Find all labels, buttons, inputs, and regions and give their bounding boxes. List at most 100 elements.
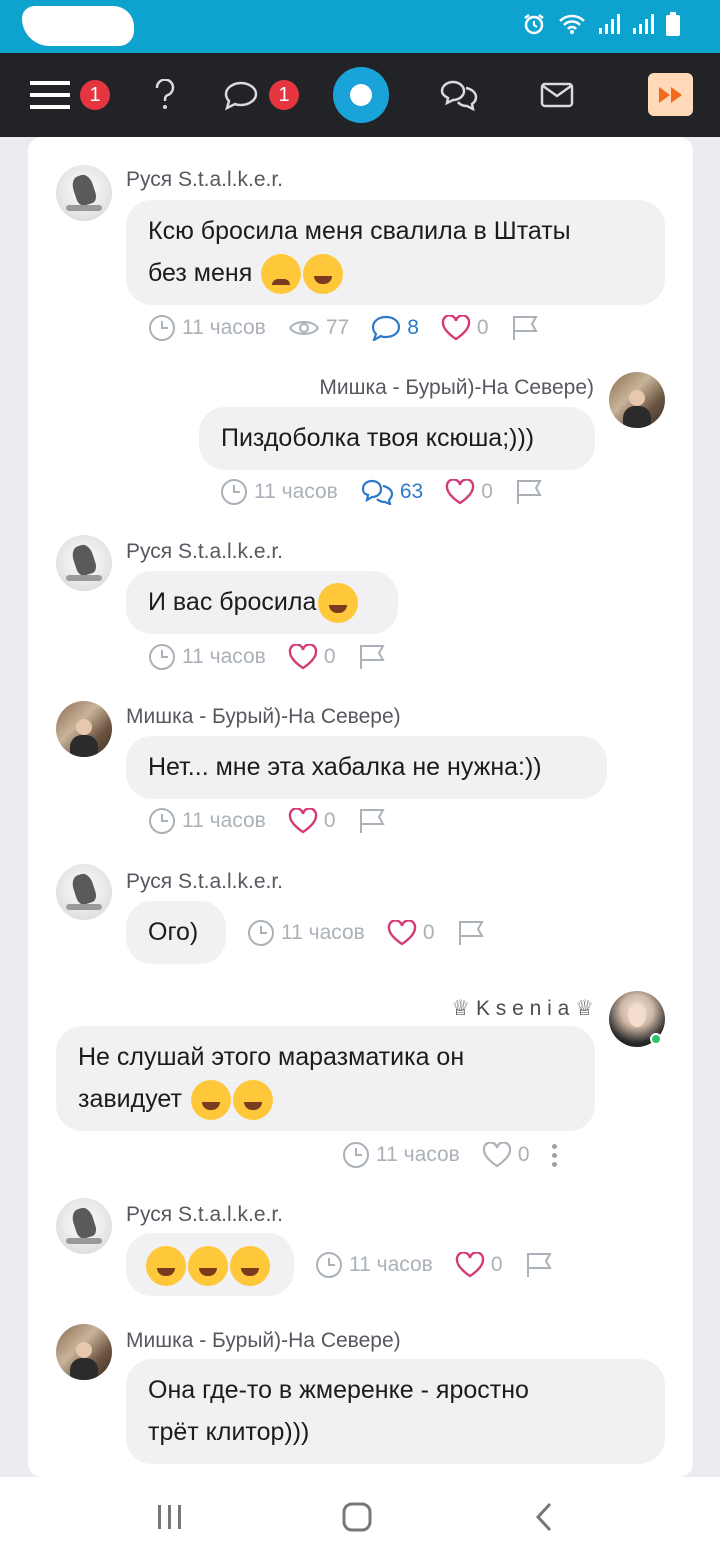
menu-button[interactable]: 1 (30, 53, 110, 137)
message-text: Нет... мне эта хабалка не нужна:)) (148, 753, 542, 781)
menu-icon (30, 81, 70, 109)
message-bubble[interactable]: Нет... мне эта хабалка не нужна:)) (126, 736, 607, 799)
report-button[interactable] (358, 807, 394, 835)
message-bubble[interactable]: Пиздоболка твоя ксюша;))) (199, 407, 595, 470)
signal-icon (599, 14, 620, 34)
like-button[interactable]: 0 (445, 479, 493, 505)
more-options-icon[interactable] (551, 1143, 557, 1167)
chats-icon (361, 479, 393, 505)
laughing-emoji (318, 583, 359, 624)
author-name[interactable]: Руся S.t.a.l.k.e.r. (126, 540, 283, 564)
report-button[interactable] (515, 478, 551, 506)
menu-notification-badge: 1 (80, 80, 110, 110)
timestamp: 11 часов (220, 478, 338, 506)
timestamp: 11 часов (315, 1251, 433, 1279)
author-name[interactable]: Руся S.t.a.l.k.e.r. (126, 1203, 283, 1227)
message-bubble[interactable]: Ксю бросила меня свалила в Штаты без мен… (126, 200, 665, 305)
like-button[interactable]: 0 (288, 808, 336, 834)
reply-button[interactable]: 8 (371, 315, 419, 341)
messages-notification-badge: 1 (269, 80, 299, 110)
heart-icon (288, 808, 318, 834)
report-button[interactable] (358, 643, 394, 671)
message-bubble[interactable] (126, 1233, 294, 1296)
top-nav-bar: 1 1 (0, 53, 720, 137)
avatar[interactable] (56, 165, 112, 221)
redaction-blob (22, 6, 134, 46)
message-text: Пиздоболка твоя ксюша;))) (221, 424, 535, 452)
messages-button[interactable]: 1 (223, 53, 299, 137)
help-button[interactable] (152, 53, 178, 137)
logo-icon[interactable] (333, 67, 389, 123)
home-icon[interactable] (341, 1501, 373, 1533)
status-bar (0, 0, 720, 53)
message-text: И вас бросила (148, 588, 317, 616)
message-bubble[interactable]: Не слушай этого маразматика он завидует (56, 1026, 595, 1131)
mail-icon (540, 82, 574, 108)
message-text: Она где-то в жмеренке - яростно (148, 1376, 529, 1404)
message-bubble[interactable]: Ого) (126, 901, 226, 964)
fast-forward-icon (658, 86, 682, 103)
message-text: Ксю бросила меня свалила в Штаты (148, 217, 571, 245)
report-button[interactable] (511, 314, 547, 342)
signal-icon (633, 14, 654, 34)
mail-button[interactable] (540, 53, 574, 137)
system-nav-bar (0, 1477, 720, 1560)
rofl-emoji (146, 1246, 186, 1287)
author-name[interactable]: ♕ K s e n i a ♕ (358, 996, 594, 1021)
message-text: трёт клитор))) (148, 1418, 310, 1446)
message-meta: 11 часов 0 (247, 919, 515, 947)
like-button[interactable]: 0 (288, 644, 336, 670)
author-name[interactable]: Мишка - Бурый)-На Севере) (276, 376, 594, 400)
message-text: Не слушай этого маразматика он (78, 1043, 465, 1071)
timestamp: 11 часов (342, 1141, 460, 1169)
laughing-emoji (303, 254, 344, 295)
author-name[interactable]: Мишка - Бурый)-На Севере) (126, 1329, 401, 1353)
flag-icon (359, 645, 385, 669)
message-meta: 11 часов 77 8 0 (148, 314, 569, 342)
heart-icon (445, 479, 475, 505)
timestamp: 11 часов (148, 643, 266, 671)
message-meta: 11 часов 0 (148, 643, 416, 671)
back-icon[interactable] (533, 1501, 555, 1533)
sad-emoji (261, 254, 302, 295)
like-button[interactable]: 0 (455, 1252, 503, 1278)
avatar[interactable] (56, 535, 112, 591)
message-bubble[interactable]: Она где-то в жмеренке - яростно трёт кли… (126, 1359, 665, 1464)
replies-button[interactable]: 63 (360, 479, 423, 505)
like-button[interactable]: 0 (482, 1142, 530, 1168)
flag-icon (359, 809, 385, 833)
clock-icon (221, 479, 247, 505)
message-bubble[interactable]: И вас бросила (126, 571, 398, 634)
comments-card: Руся S.t.a.l.k.e.r. Ксю бросила меня сва… (28, 137, 693, 1477)
like-button[interactable]: 0 (441, 315, 489, 341)
like-button[interactable]: 0 (387, 920, 435, 946)
message-meta: 11 часов 0 (315, 1251, 583, 1279)
flag-icon (516, 480, 542, 504)
author-name[interactable]: Руся S.t.a.l.k.e.r. (126, 870, 283, 894)
question-icon (155, 79, 175, 109)
flag-icon (458, 921, 484, 945)
message-text: Ого) (148, 918, 199, 946)
fast-forward-button[interactable] (648, 73, 693, 116)
avatar[interactable] (56, 701, 112, 757)
avatar[interactable] (56, 864, 112, 920)
clock-icon (316, 1252, 342, 1278)
avatar[interactable] (56, 1324, 112, 1380)
chats-button[interactable] (439, 53, 479, 137)
status-icons (522, 12, 680, 36)
avatar[interactable] (56, 1198, 112, 1254)
author-name[interactable]: Мишка - Бурый)-На Севере) (126, 705, 401, 729)
wifi-icon (559, 14, 585, 34)
report-button[interactable] (457, 919, 493, 947)
heart-icon (441, 315, 471, 341)
author-name[interactable]: Руся S.t.a.l.k.e.r. (126, 168, 283, 192)
message-text: без меня (148, 259, 253, 287)
message-text: завидует (78, 1085, 182, 1113)
report-button[interactable] (525, 1251, 561, 1279)
clock-icon (343, 1142, 369, 1168)
recent-apps-icon[interactable] (156, 1501, 184, 1533)
flag-icon (512, 316, 538, 340)
avatar[interactable] (609, 372, 665, 428)
clock-icon (149, 644, 175, 670)
rofl-emoji (232, 1080, 273, 1121)
